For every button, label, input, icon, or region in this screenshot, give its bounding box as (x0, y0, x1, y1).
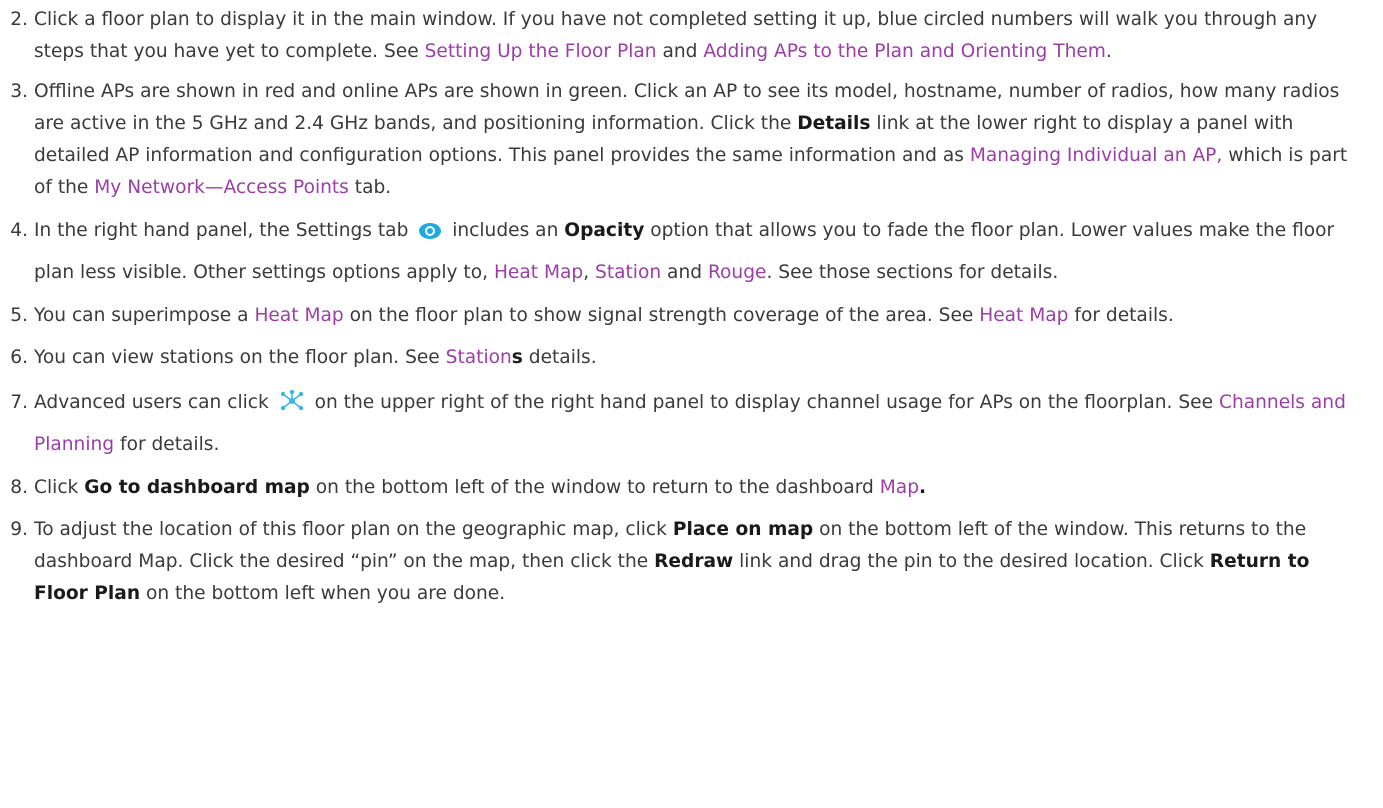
ui-term: s (511, 347, 523, 368)
text-run: To adjust the location of this floor pla… (34, 519, 673, 540)
doc-link[interactable]: Managing Individual an AP, (970, 145, 1222, 166)
ui-term: Opacity (564, 220, 645, 241)
text-run: for details. (1068, 305, 1174, 326)
text-run: on the bottom left when you are done. (140, 583, 506, 604)
ui-term: Redraw (654, 551, 734, 572)
doc-link[interactable]: My Network—Access Points (94, 177, 349, 198)
doc-link[interactable]: Heat Map (979, 305, 1068, 326)
text-run: and (661, 262, 708, 283)
step-number: 2. (10, 9, 28, 30)
text-run: Click (34, 477, 85, 498)
step-number: 7. (10, 392, 28, 413)
list-item: 3. Offline APs are shown in red and onlin… (0, 76, 1367, 204)
step-text: Advanced users can click on the upper ri… (34, 384, 1367, 464)
steps-list: 2. Click a floor plan to display it in th… (0, 4, 1367, 610)
doc-link[interactable]: Map (880, 477, 919, 498)
text-run: and (656, 41, 704, 62)
step-number: 3. (10, 81, 28, 102)
ui-term: . (919, 477, 927, 498)
text-run: for details. (114, 434, 220, 455)
step-number: 5. (10, 305, 28, 326)
text-run: details. (522, 347, 597, 368)
document: 2. Click a floor plan to display it in th… (0, 4, 1383, 610)
text-run: In the right hand panel, the Settings ta… (34, 220, 415, 241)
ui-term: Go to dashboard map (84, 477, 310, 498)
list-item: 4. In the right hand panel, the Settings … (0, 212, 1367, 292)
step-text: Click Go to dashboard map on the bottom … (34, 472, 1367, 504)
doc-link[interactable]: Setting Up the Floor Plan (425, 41, 657, 62)
step-number: 8. (10, 477, 28, 498)
list-item: 7. Advanced users can click on the upper … (0, 384, 1367, 464)
list-item: 6. You can view stations on the floor pla… (0, 342, 1367, 374)
doc-link[interactable]: Adding APs to the Plan and Orienting The… (703, 41, 1106, 62)
eye-icon (418, 216, 442, 254)
doc-link[interactable]: Station (446, 347, 512, 368)
ui-term: Details (797, 113, 871, 134)
list-item: 9. To adjust the location of this floor p… (0, 514, 1367, 610)
step-text: You can superimpose a Heat Map on the fl… (34, 300, 1367, 332)
doc-link[interactable]: Heat Map (494, 262, 583, 283)
step-text: Offline APs are shown in red and online … (34, 76, 1367, 204)
text-run: Advanced users can click (34, 392, 275, 413)
text-run: link and drag the pin to the desired loc… (733, 551, 1210, 572)
list-item: 8. Click Go to dashboard map on the botto… (0, 472, 1367, 504)
doc-link[interactable]: Heat Map (254, 305, 343, 326)
doc-link[interactable]: Rouge (708, 262, 767, 283)
text-run: includes an (446, 220, 565, 241)
ui-term: Place on map (672, 519, 814, 540)
text-run: . (1105, 41, 1112, 62)
text-run: , (583, 262, 596, 283)
step-number: 9. (10, 519, 28, 540)
doc-link[interactable]: Station (595, 262, 661, 283)
list-item: 5. You can superimpose a Heat Map on the … (0, 300, 1367, 332)
step-text: In the right hand panel, the Settings ta… (34, 212, 1367, 292)
text-run: tab. (348, 177, 392, 198)
network-nodes-icon (279, 388, 305, 426)
step-text: You can view stations on the floor plan.… (34, 342, 1367, 374)
text-run: on the upper right of the right hand pan… (308, 392, 1219, 413)
text-run: You can view stations on the floor plan.… (34, 347, 446, 368)
text-run: on the floor plan to show signal strengt… (343, 305, 980, 326)
list-item: 2. Click a floor plan to display it in th… (0, 4, 1367, 68)
text-run: on the bottom left of the window to retu… (309, 477, 880, 498)
text-run: You can superimpose a (34, 305, 255, 326)
step-text: To adjust the location of this floor pla… (34, 514, 1367, 610)
step-text: Click a floor plan to display it in the … (34, 4, 1367, 68)
step-number: 6. (10, 347, 28, 368)
step-number: 4. (10, 220, 28, 241)
text-run: . See those sections for details. (766, 262, 1059, 283)
